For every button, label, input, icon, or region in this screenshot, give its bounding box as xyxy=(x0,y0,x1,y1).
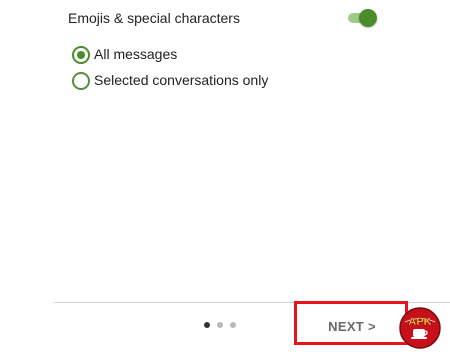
radio-option-selected-conversations[interactable]: Selected conversations only xyxy=(72,71,332,91)
emoji-toggle[interactable] xyxy=(348,9,378,27)
toggle-thumb xyxy=(359,9,377,27)
page-dot xyxy=(230,322,236,328)
radio-label-all-messages: All messages xyxy=(94,46,178,62)
page-dot xyxy=(217,322,223,328)
page-indicator xyxy=(204,322,244,330)
radio-label-selected-conversations: Selected conversations only xyxy=(94,72,269,88)
emoji-setting-label: Emojis & special characters xyxy=(68,10,240,26)
radio-option-all-messages[interactable]: All messages xyxy=(72,45,332,65)
svg-text:APK: APK xyxy=(408,316,431,328)
setup-screen: Emojis & special characters All messages… xyxy=(0,0,450,354)
emoji-setting-row[interactable]: Emojis & special characters xyxy=(68,6,378,30)
radio-dot xyxy=(77,51,85,59)
next-button[interactable]: NEXT > xyxy=(310,313,394,339)
radio-button-checked[interactable] xyxy=(72,46,90,64)
radio-button-unchecked[interactable] xyxy=(72,72,90,90)
page-dot-active xyxy=(204,322,210,328)
apk-watermark-logo: APK xyxy=(399,307,441,349)
